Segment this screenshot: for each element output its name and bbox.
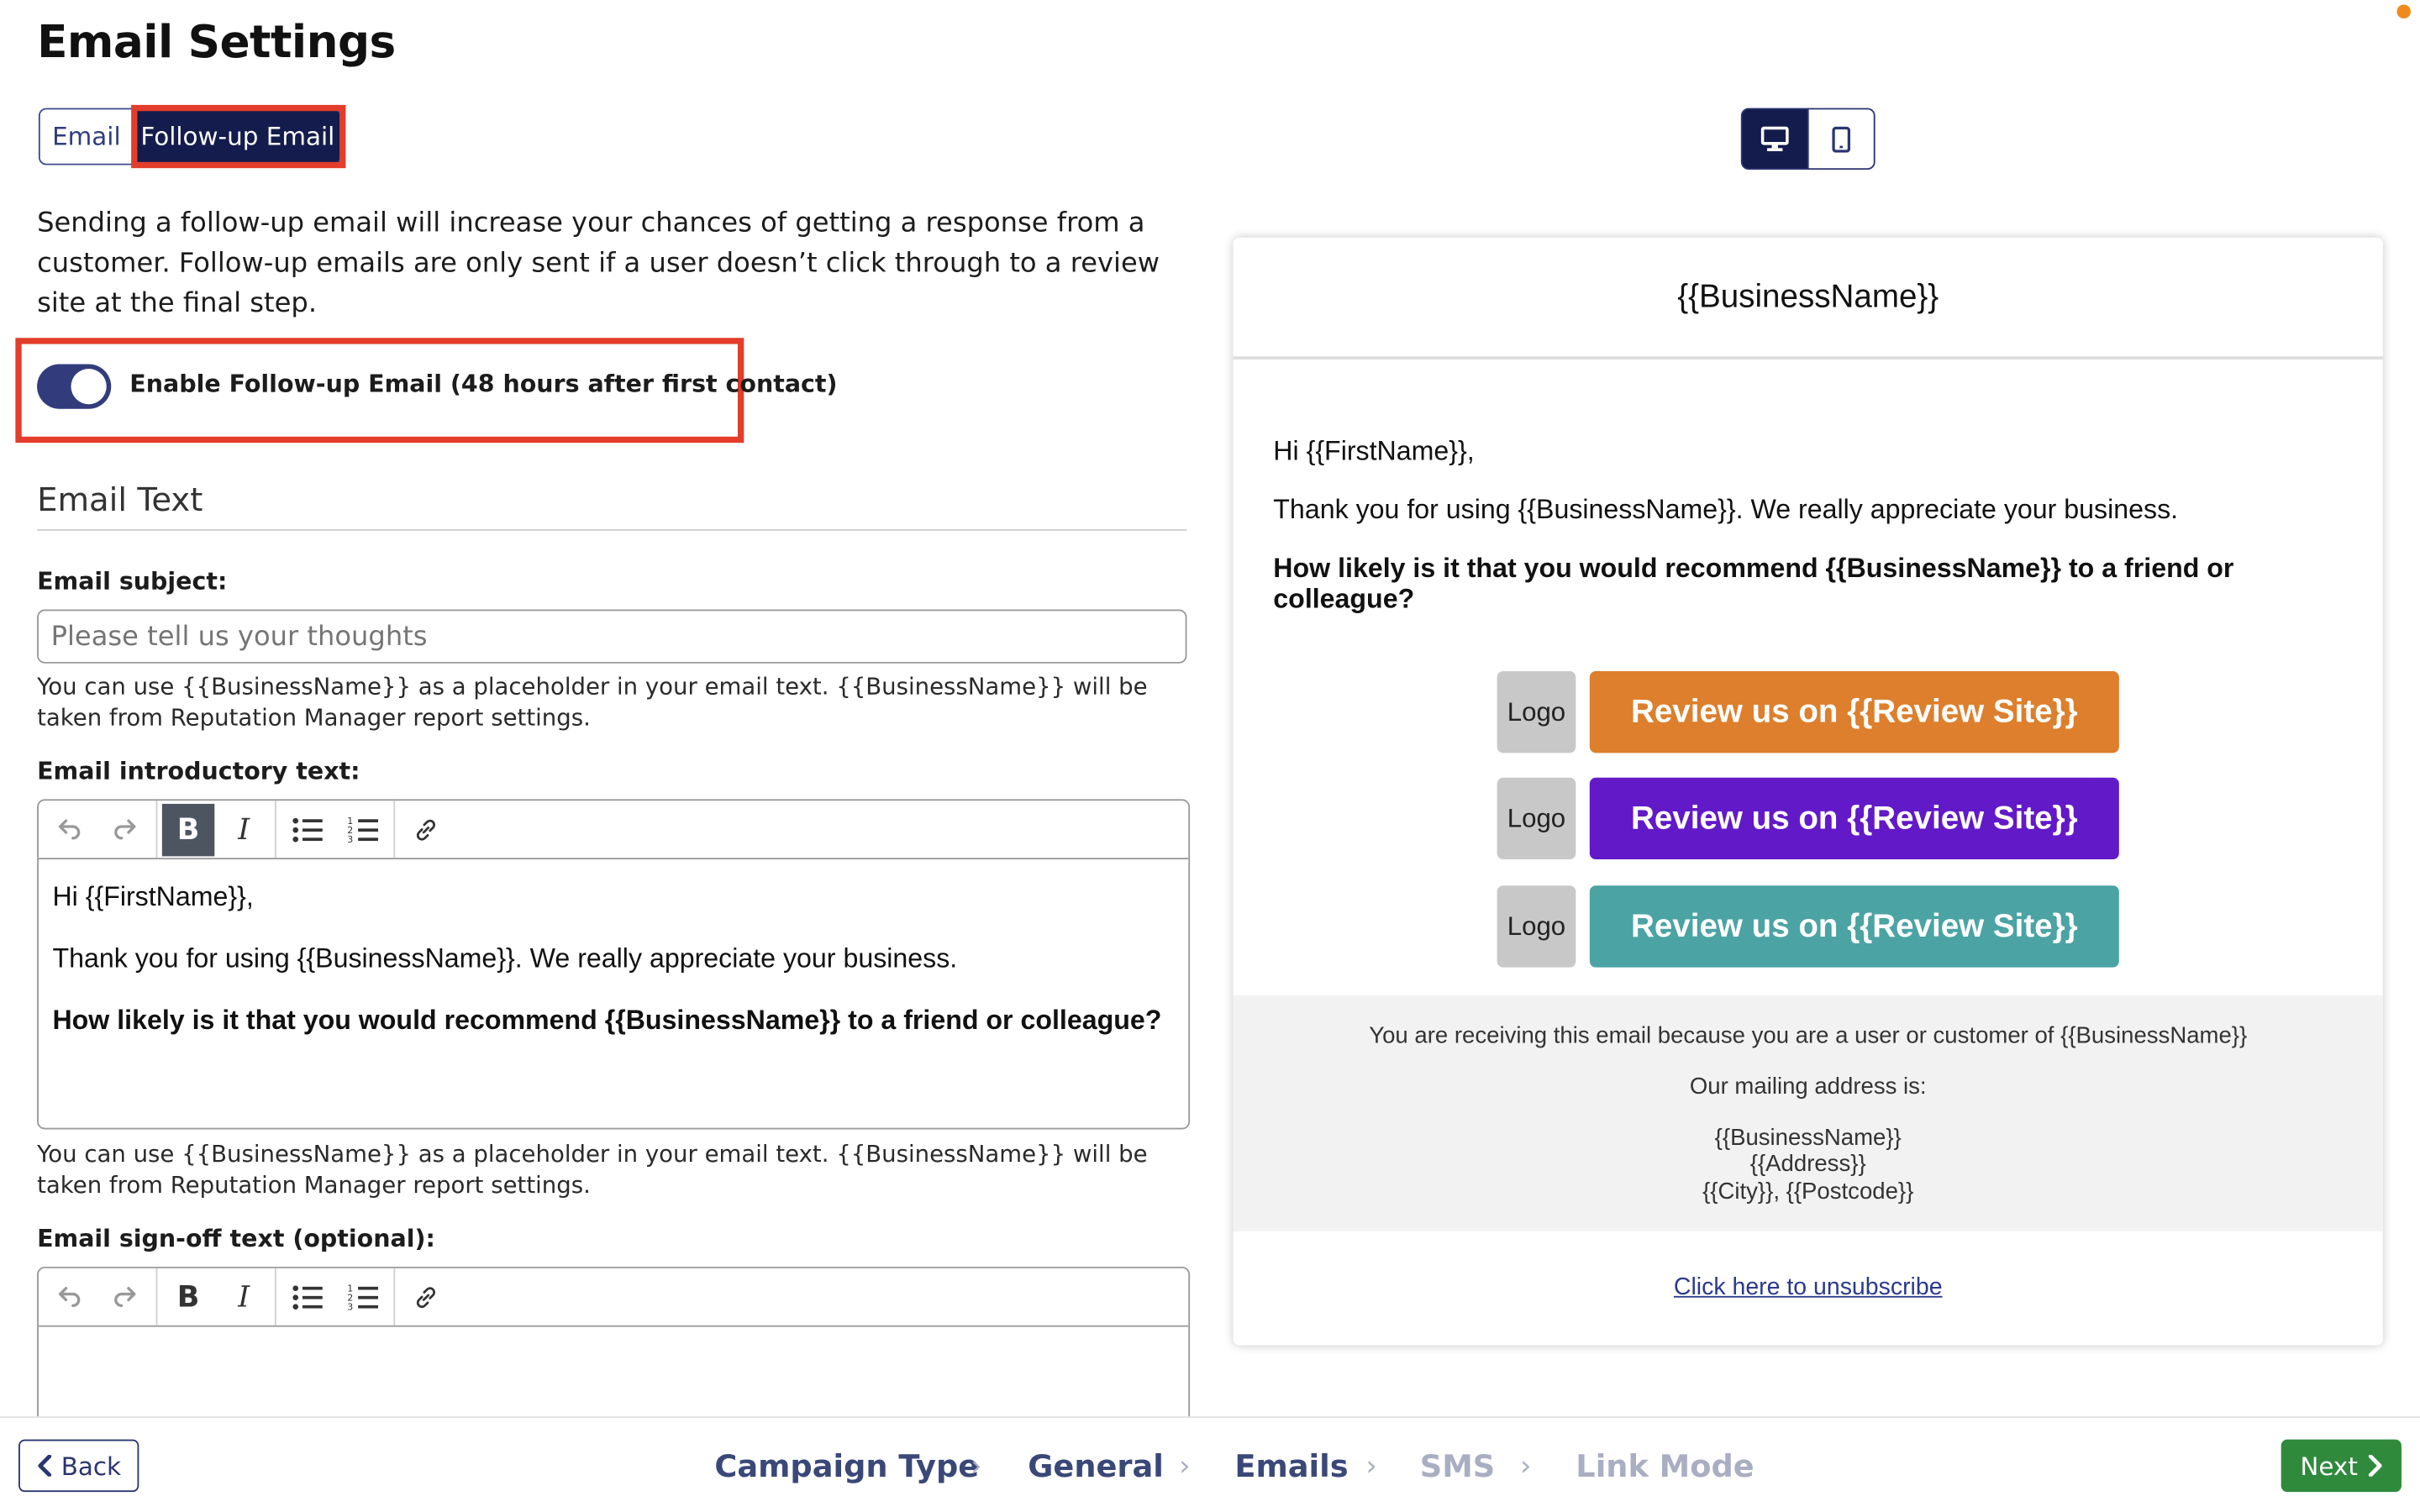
italic-icon[interactable]: I [218, 1271, 270, 1323]
svg-text:3: 3 [347, 833, 353, 843]
review-site-logo: Logo [1497, 777, 1576, 860]
step-general[interactable]: General [1028, 1447, 1164, 1484]
email-text-heading: Email Text [37, 481, 203, 519]
section-divider [37, 528, 1187, 531]
email-subject-input[interactable] [37, 609, 1187, 664]
chevron-right-icon [2368, 1455, 2381, 1477]
email-signoff-label: Email sign-off text (optional): [37, 1225, 435, 1253]
redo-icon[interactable] [99, 1271, 151, 1323]
enable-follow-up-toggle[interactable] [37, 364, 112, 409]
intro-greeting-line: Hi {{FirstName}}, [52, 880, 254, 912]
chevron-right-icon: › [1179, 1450, 1191, 1483]
preview-header: {{BusinessName}} [1233, 238, 2383, 360]
mobile-icon [1832, 125, 1851, 152]
bottom-nav-bar [0, 1416, 2420, 1512]
review-site-logo: Logo [1497, 670, 1576, 753]
step-link-mode[interactable]: Link Mode [1576, 1447, 1754, 1484]
back-button[interactable]: Back [18, 1439, 139, 1493]
desktop-preview-button[interactable] [1740, 108, 1809, 171]
bold-icon[interactable]: B [161, 803, 215, 856]
placeholder-help-text-2: You can use {{BusinessName}} as a placeh… [37, 1140, 1148, 1200]
follow-up-description: Sending a follow-up email will increase … [37, 207, 1160, 320]
footer-address-line: {{Address}} [1749, 1151, 1866, 1178]
review-button[interactable]: Review us on {{Review Site}} [1589, 670, 2119, 753]
unsubscribe-link[interactable]: Click here to unsubscribe [1234, 1274, 2383, 1302]
review-button[interactable]: Review us on {{Review Site}} [1589, 777, 2119, 860]
preview-thanks: Thank you for using {{BusinessName}}. We… [1273, 493, 2179, 525]
link-icon[interactable] [400, 1271, 452, 1323]
chevron-right-icon: › [1365, 1450, 1377, 1483]
mobile-preview-button[interactable] [1807, 108, 1876, 171]
link-icon[interactable] [400, 803, 452, 855]
chevron-right-icon: › [1520, 1450, 1532, 1483]
numbered-list-icon[interactable]: 123 [336, 803, 388, 855]
preview-footer: You are receiving this email because you… [1233, 995, 2383, 1231]
email-preview: {{BusinessName}} Hi {{FirstName}}, Thank… [1233, 237, 2383, 1346]
back-label: Back [60, 1451, 122, 1481]
footer-address-line: {{City}}, {{Postcode}} [1702, 1179, 1914, 1205]
numbered-list-icon[interactable]: 123 [336, 1271, 388, 1323]
tab-follow-up-email[interactable]: Follow-up Email [134, 108, 341, 165]
preview-greeting: Hi {{FirstName}}, [1273, 434, 1475, 466]
email-intro-label: Email introductory text: [37, 757, 360, 785]
bullet-list-icon[interactable] [281, 803, 333, 855]
undo-icon[interactable] [43, 1271, 95, 1323]
review-site-logo: Logo [1497, 885, 1576, 968]
italic-icon[interactable]: I [218, 803, 270, 855]
step-campaign-type[interactable]: Campaign Type [714, 1447, 979, 1484]
tab-email[interactable]: Email [38, 108, 134, 165]
intro-text-content[interactable]: Hi {{FirstName}}, Thank you for using {{… [52, 881, 1174, 1066]
toggle-knob [71, 368, 107, 405]
intro-thanks-line: Thank you for using {{BusinessName}}. We… [52, 942, 958, 974]
desktop-icon [1760, 126, 1789, 151]
next-button[interactable]: Next [2281, 1439, 2402, 1493]
editor-toolbar: B I 123 [38, 1268, 1189, 1327]
editor-toolbar: B I 123 [38, 801, 1189, 860]
review-button[interactable]: Review us on {{Review Site}} [1589, 885, 2119, 968]
undo-icon[interactable] [43, 803, 95, 855]
step-sms[interactable]: SMS [1420, 1447, 1495, 1484]
chevron-right-icon: › [971, 1450, 982, 1483]
chevron-left-icon [37, 1455, 51, 1477]
bold-icon[interactable]: B [162, 1271, 214, 1323]
intro-question-line: How likely is it that you would recommen… [52, 1004, 1162, 1036]
page-title: Email Settings [37, 15, 396, 68]
intro-text-editor[interactable]: B I 123 Hi {{FirstName}}, Thank you for … [37, 799, 1191, 1130]
redo-icon[interactable] [99, 803, 151, 855]
bullet-list-icon[interactable] [281, 1271, 333, 1323]
footer-reason: You are receiving this email because you… [1369, 1022, 2248, 1049]
next-label: Next [2300, 1451, 2358, 1481]
placeholder-help-text: You can use {{BusinessName}} as a placeh… [37, 672, 1148, 732]
footer-address-line: {{BusinessName}} [1714, 1124, 1902, 1152]
notification-dot [2396, 4, 2411, 19]
preview-question: How likely is it that you would recommen… [1273, 552, 2234, 615]
step-emails[interactable]: Emails [1234, 1447, 1348, 1484]
email-subject-label: Email subject: [37, 567, 228, 596]
footer-address-label: Our mailing address is: [1689, 1074, 1927, 1100]
svg-text:3: 3 [347, 1300, 353, 1310]
enable-follow-up-label: Enable Follow-up Email (48 hours after f… [129, 370, 838, 398]
